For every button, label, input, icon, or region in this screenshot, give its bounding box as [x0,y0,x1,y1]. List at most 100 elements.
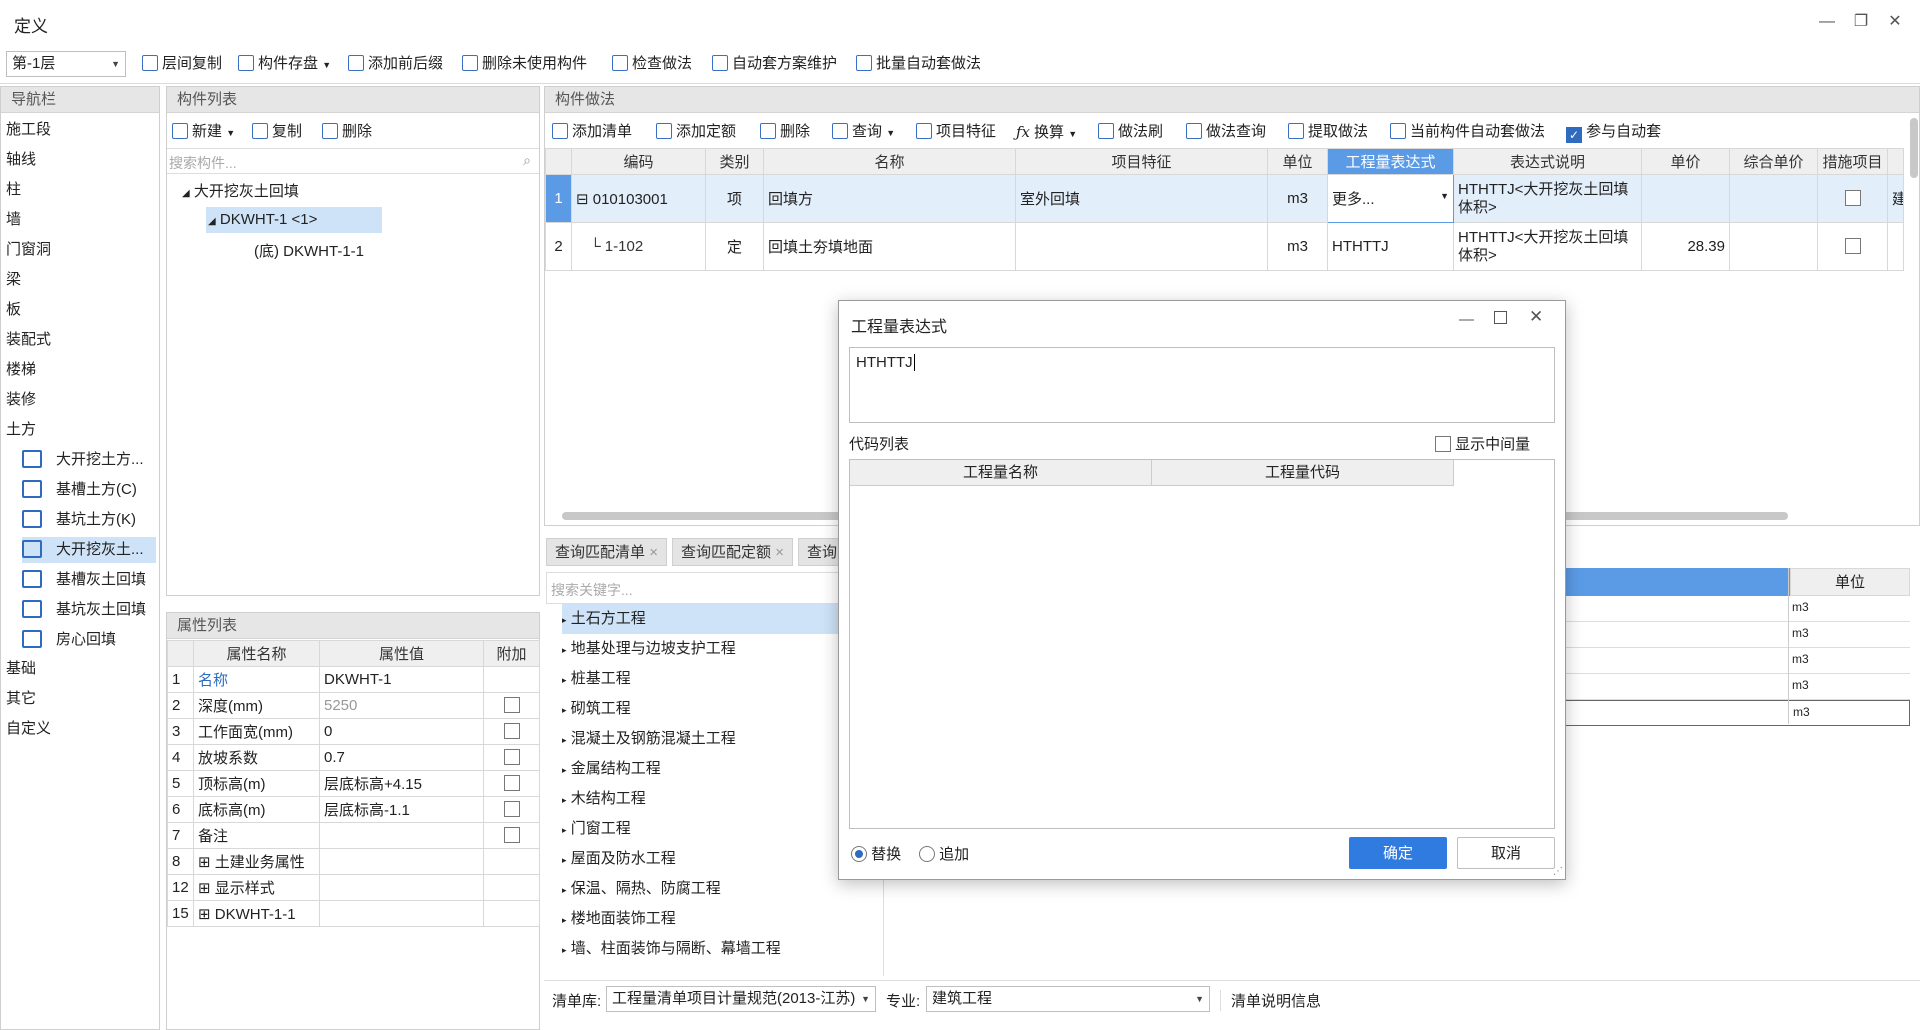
attach-checkbox[interactable] [503,749,520,765]
nav-sub-item-selected[interactable]: 大开挖灰土... [22,537,156,563]
maximize-icon[interactable] [1494,311,1507,324]
current-auto-button[interactable]: 当前构件自动套做法 [1390,120,1545,144]
cancel-button[interactable]: 取消 [1457,837,1555,869]
resize-grip-icon[interactable]: ⋰ [1553,866,1563,877]
nav-item[interactable]: 自定义 [6,717,51,741]
attach-checkbox[interactable] [503,801,520,817]
delete-unused-button[interactable]: 删除未使用构件 [462,52,587,76]
nav-item[interactable]: 其它 [6,687,36,711]
append-radio[interactable]: 追加 [919,843,969,864]
nav-sub-item[interactable]: 基槽灰土回填 [22,567,156,593]
attach-checkbox[interactable] [503,723,520,739]
tree-item[interactable]: ▸ 砌筑工程 [562,694,883,724]
replace-radio[interactable]: 替换 [851,843,901,864]
nav-sub-item[interactable]: 大开挖土方... [22,447,156,473]
query-search-input[interactable]: 搜索关键字... [546,572,886,604]
delete-component-button[interactable]: 删除 [322,120,372,144]
tree-item[interactable]: ▸ 地基处理与边坡支护工程 [562,634,883,664]
batch-auto-button[interactable]: 批量自动套做法 [856,52,981,76]
tab-query-list[interactable]: 查询匹配清单 × [546,538,667,566]
extract-method-button[interactable]: 提取做法 [1288,120,1368,144]
nav-item[interactable]: 门窗洞 [6,238,51,262]
convert-button[interactable]: ƒx 换算 ▼ [1016,120,1077,144]
expand-icon[interactable]: ⊞ [198,880,211,897]
nav-item[interactable]: 装配式 [6,328,51,352]
search-icon[interactable]: ⌕ [523,152,531,169]
expand-icon[interactable]: ⊞ [198,854,211,871]
attach-checkbox[interactable] [503,775,520,791]
tree-item[interactable]: ▸ 楼地面装饰工程 [562,904,883,934]
nav-item[interactable]: 装修 [6,388,36,412]
list-library-select[interactable]: 工程量清单项目计量规范(2013-江苏) ▼ [606,986,876,1012]
add-quota-button[interactable]: 添加定额 [656,120,736,144]
nav-item[interactable]: 柱 [6,178,21,202]
table-row-selected[interactable]: m3 [1560,700,1910,726]
nav-item[interactable]: 梁 [6,268,21,292]
title-bar: 定义 — ❐ ✕ [0,0,1920,44]
new-component-button[interactable]: 新建 ▼ [172,120,235,144]
table-row[interactable]: m3 [1560,596,1910,622]
tree-leaf[interactable]: (底) DKWHT-1-1 [254,240,364,261]
nav-sub-item[interactable]: 基坑土方(K) [22,507,156,533]
delete-method-button[interactable]: 删除 [760,120,810,144]
copy-component-button[interactable]: 复制 [252,120,302,144]
add-list-button[interactable]: 添加清单 [552,120,632,144]
collapse-icon[interactable]: ⊟ [576,191,589,208]
tree-item[interactable]: ▸ 门窗工程 [562,814,883,844]
tree-node-selected[interactable]: ◢ DKWHT-1 <1> [206,207,382,233]
show-intermediate-checkbox[interactable]: 显示中间量 [1435,433,1530,454]
nav-item[interactable]: 施工段 [6,118,51,142]
nav-item[interactable]: 轴线 [6,148,36,172]
expand-icon[interactable]: ⊞ [198,906,211,923]
tree-item-selected[interactable]: ▸ 土石方工程 [562,604,883,634]
nav-item[interactable]: 墙 [6,208,21,232]
restore-button[interactable]: ❐ [1848,10,1874,34]
attach-checkbox[interactable] [503,827,520,843]
nav-sub-item[interactable]: 房心回填 [22,627,156,653]
tab-query-quota[interactable]: 查询匹配定额 × [672,538,793,566]
component-search[interactable]: 搜索构件... ⌕ [167,148,539,174]
nav-sub-item[interactable]: 基坑灰土回填 [22,597,156,623]
measure-checkbox[interactable] [1844,190,1861,206]
tree-item[interactable]: ▸ 屋面及防水工程 [562,844,883,874]
close-button[interactable]: ✕ [1882,10,1908,34]
table-row[interactable]: m3 [1560,648,1910,674]
method-brush-button[interactable]: 做法刷 [1098,120,1163,144]
floor-copy-button[interactable]: 层间复制 [142,52,222,76]
expr-cell-dropdown[interactable]: 更多... ▼ [1327,174,1454,223]
nav-item[interactable]: 基础 [6,657,36,681]
nav-item[interactable]: 楼梯 [6,358,36,382]
list-info-link[interactable]: 清单说明信息 [1220,990,1321,1011]
component-save-button[interactable]: 构件存盘 ▼ [238,52,331,76]
tree-root[interactable]: ◢ 大开挖灰土回填 [182,180,299,201]
attach-checkbox[interactable] [503,697,520,713]
ok-button[interactable]: 确定 [1349,837,1447,869]
minimize-icon[interactable]: — [1459,311,1474,328]
tree-item[interactable]: ▸ 桩基工程 [562,664,883,694]
tree-item[interactable]: ▸ 墙、柱面装饰与隔断、幕墙工程 [562,934,883,964]
minimize-button[interactable]: — [1814,10,1840,34]
pit-icon [22,510,42,528]
query-button[interactable]: 查询 ▼ [832,120,895,144]
participate-auto-checkbox[interactable]: ✓ 参与自动套 [1566,120,1661,144]
tree-item[interactable]: ▸ 混凝土及钢筋混凝土工程 [562,724,883,754]
specialty-select[interactable]: 建筑工程 ▼ [926,986,1210,1012]
item-feature-button[interactable]: 项目特征 [916,120,996,144]
nav-item[interactable]: 土方 [6,418,36,442]
floor-select[interactable]: 第-1层 ▼ [6,51,126,77]
check-method-button[interactable]: 检查做法 [612,52,692,76]
add-prefix-suffix-button[interactable]: 添加前后缀 [348,52,443,76]
method-query-button[interactable]: 做法查询 [1186,120,1266,144]
close-icon[interactable]: ✕ [1529,307,1543,327]
measure-checkbox[interactable] [1844,238,1861,254]
tree-item[interactable]: ▸ 保温、隔热、防腐工程 [562,874,883,904]
table-row[interactable]: m3 [1560,622,1910,648]
table-row[interactable]: m3 [1560,674,1910,700]
auto-scheme-button[interactable]: 自动套方案维护 [712,52,837,76]
nav-item[interactable]: 板 [6,298,21,322]
vertical-scrollbar[interactable] [1910,118,1918,178]
tree-item[interactable]: ▸ 木结构工程 [562,784,883,814]
nav-sub-item[interactable]: 基槽土方(C) [22,477,156,503]
tree-item[interactable]: ▸ 金属结构工程 [562,754,883,784]
expression-input[interactable]: HTHTTJ [849,347,1555,423]
